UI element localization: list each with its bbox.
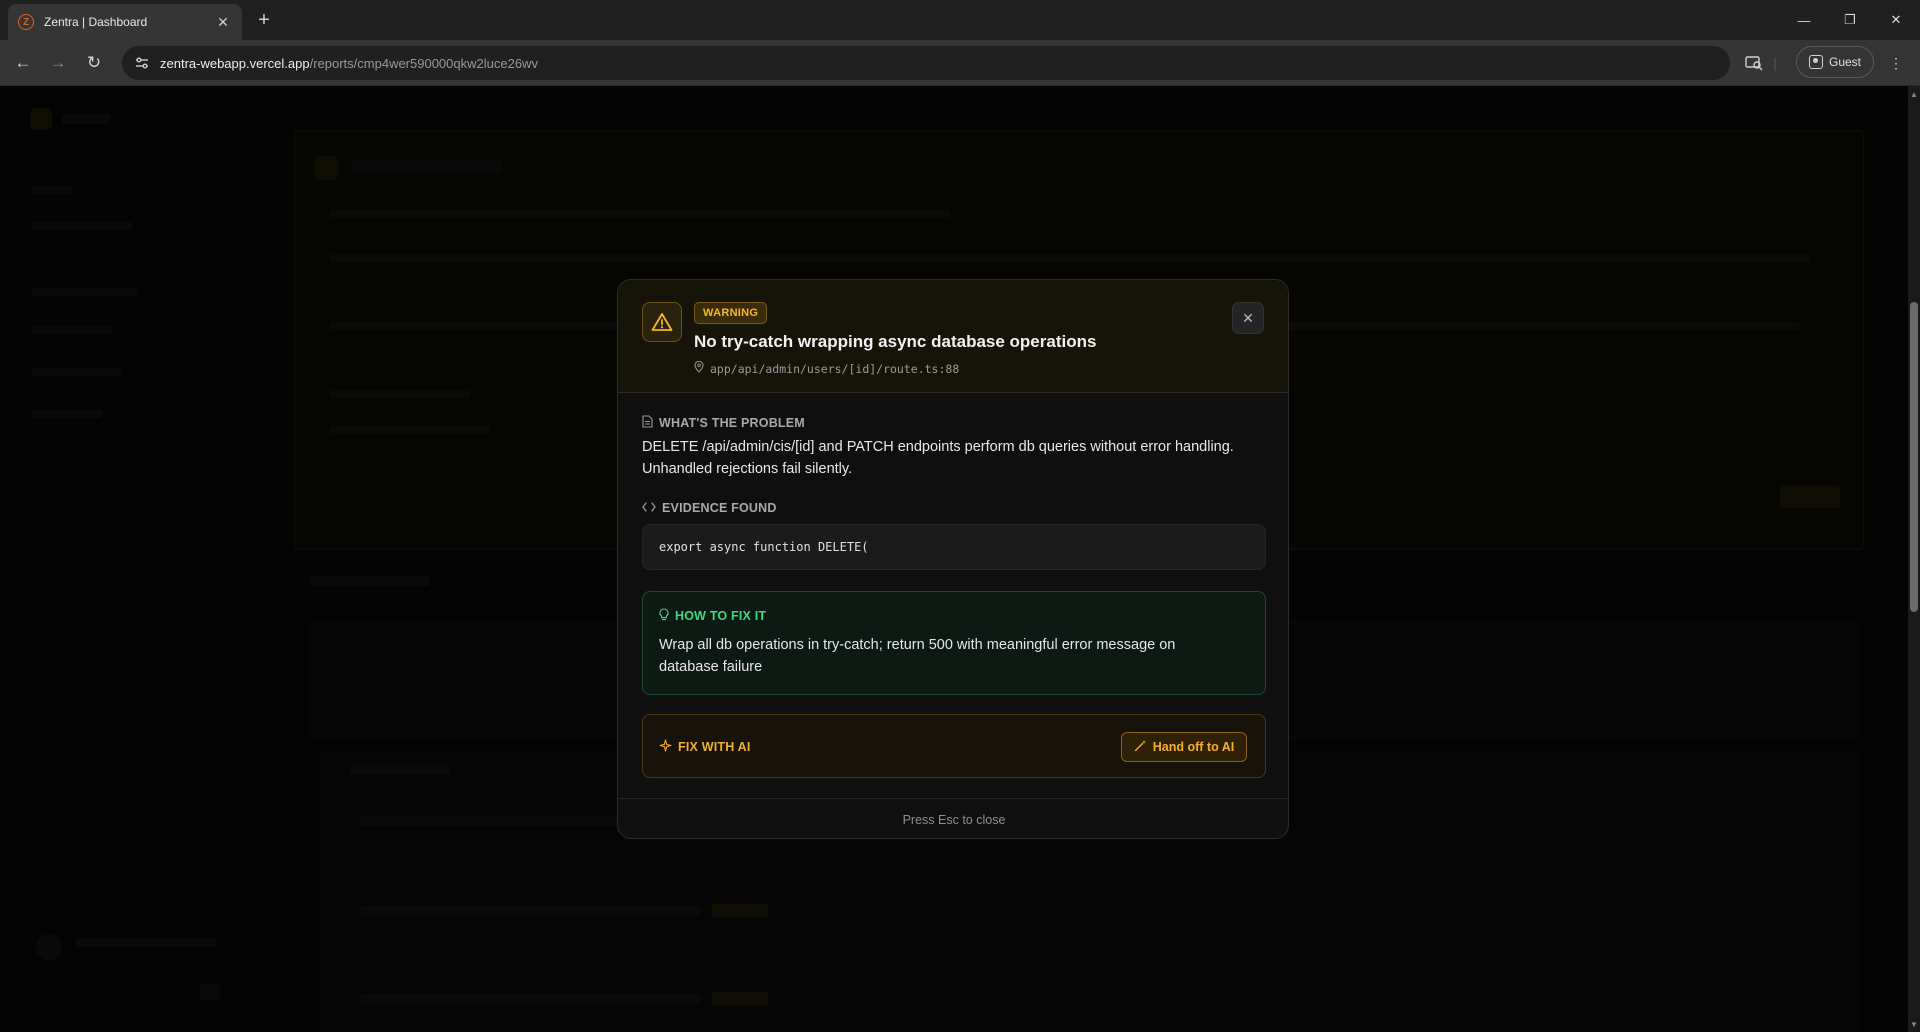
tab-title: Zentra | Dashboard — [44, 15, 148, 29]
arrow-left-icon[interactable]: ← — [9, 49, 37, 77]
browser-tabstrip: Z Zentra | Dashboard ✕ + — ❐ ✕ — [0, 0, 1920, 40]
scroll-up-icon[interactable]: ▲ — [1908, 88, 1920, 100]
lightbulb-icon — [659, 608, 669, 624]
screen-search-icon[interactable] — [1742, 52, 1766, 74]
ai-section-label: FIX WITH AI — [659, 739, 751, 755]
document-icon — [642, 415, 653, 431]
issue-detail-modal: WARNING No try-catch wrapping async data… — [617, 279, 1289, 839]
tune-icon[interactable] — [134, 55, 150, 71]
arrow-right-icon[interactable]: → — [44, 49, 72, 77]
hand-off-label: Hand off to AI — [1152, 740, 1235, 754]
modal-header: WARNING No try-catch wrapping async data… — [618, 280, 1288, 393]
url-text: zentra-webapp.vercel.app/reports/cmp4wer… — [160, 56, 538, 71]
evidence-label-text: EVIDENCE FOUND — [662, 501, 777, 515]
reload-icon[interactable]: ↻ — [80, 49, 108, 77]
browser-tab-active[interactable]: Z Zentra | Dashboard ✕ — [8, 4, 242, 40]
evidence-section-label: EVIDENCE FOUND — [642, 501, 777, 515]
minimize-icon[interactable]: — — [1784, 6, 1824, 34]
fix-section-label: HOW TO FIX IT — [659, 608, 766, 624]
how-to-fix-panel: HOW TO FIX IT Wrap all db operations in … — [642, 591, 1266, 695]
toolbar-divider: | — [1773, 55, 1777, 71]
problem-description: DELETE /api/admin/cis/[id] and PATCH end… — [642, 439, 1234, 477]
map-pin-icon — [694, 360, 704, 378]
ai-label-text: FIX WITH AI — [678, 740, 751, 754]
page-scrollbar[interactable]: ▲ ▼ — [1908, 86, 1920, 1032]
hand-off-to-ai-button[interactable]: Hand off to AI — [1121, 732, 1247, 762]
plus-icon[interactable]: + — [252, 8, 276, 32]
evidence-code: export async function DELETE( — [642, 524, 1266, 570]
profile-button[interactable]: Guest — [1796, 46, 1874, 78]
browser-toolbar: ← → ↻ zentra-webapp.vercel.app/reports/c… — [0, 40, 1920, 86]
modal-close-button[interactable]: ✕ — [1232, 302, 1264, 334]
restore-icon[interactable]: ❐ — [1830, 6, 1870, 34]
profile-label: Guest — [1828, 55, 1861, 69]
warning-triangle-icon — [642, 302, 682, 342]
scroll-down-icon[interactable]: ▼ — [1908, 1018, 1920, 1030]
url-host: zentra-webapp.vercel.app — [160, 55, 310, 71]
person-icon — [1808, 55, 1823, 69]
problem-label-text: WHAT'S THE PROBLEM — [659, 416, 805, 430]
scroll-thumb[interactable] — [1910, 302, 1918, 612]
window-close-icon[interactable]: ✕ — [1876, 6, 1916, 34]
url-path: /reports/cmp4wer590000qkw2luce26wv — [309, 55, 538, 71]
close-icon: ✕ — [1242, 309, 1254, 326]
code-brackets-icon — [642, 501, 656, 515]
severity-badge: WARNING — [694, 302, 768, 324]
more-menu-icon[interactable]: ⋮ — [1884, 52, 1908, 74]
issue-title: No try-catch wrapping async database ope… — [694, 332, 1097, 351]
address-bar[interactable]: zentra-webapp.vercel.app/reports/cmp4wer… — [122, 46, 1730, 80]
fix-description: Wrap all db operations in try-catch; ret… — [659, 637, 1176, 675]
close-icon[interactable]: ✕ — [214, 14, 232, 31]
sparkles-icon — [659, 739, 672, 755]
magic-wand-icon — [1134, 739, 1147, 755]
problem-section-label: WHAT'S THE PROBLEM — [642, 415, 805, 431]
fix-with-ai-panel: FIX WITH AI Hand off to AI — [642, 714, 1266, 778]
issue-location: app/api/admin/users/[id]/route.ts:88 — [694, 360, 959, 378]
fix-label-text: HOW TO FIX IT — [675, 609, 767, 623]
file-path: app/api/admin/users/[id]/route.ts:88 — [710, 362, 960, 376]
modal-footer-hint: Press Esc to close — [618, 798, 1288, 838]
zentra-favicon-icon: Z — [18, 14, 34, 30]
